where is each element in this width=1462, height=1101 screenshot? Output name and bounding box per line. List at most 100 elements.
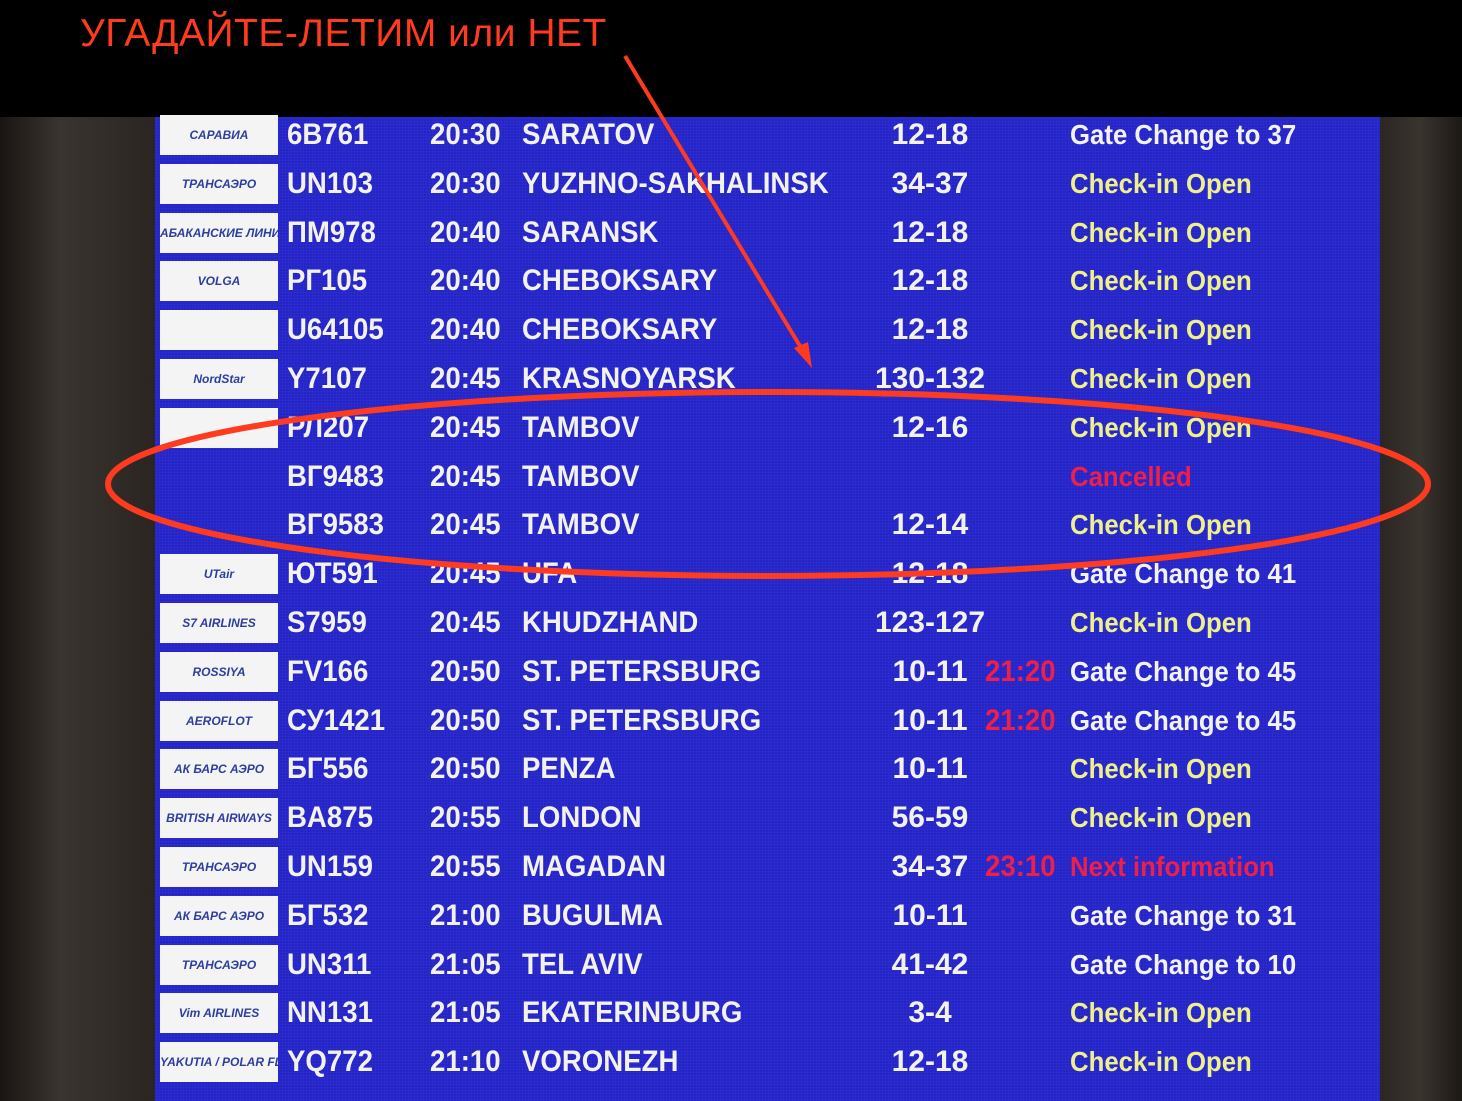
departure-time: 20:45: [430, 606, 501, 639]
checkin-desks: 12-18: [891, 118, 969, 151]
flight-row: S7 AIRLINES S7959 20:45 KHUDZHAND 123-127…: [155, 600, 1380, 646]
airline-logo: UTair: [160, 554, 278, 595]
expected-time: 21:20: [985, 654, 1056, 688]
destination: PENZA: [522, 752, 616, 786]
departure-time: 20:50: [430, 752, 501, 786]
flight-number: YQ772: [287, 1045, 373, 1079]
annotation-title: УГАДАЙТЕ-ЛЕТИМ или НЕТ: [80, 12, 607, 55]
flight-row: UTair ЮТ591 20:45 UFA 12-18 Gate Change t…: [155, 551, 1380, 597]
checkin-desks: 34-37: [891, 850, 969, 883]
flight-status: Check-in Open: [1070, 753, 1252, 785]
destination: TAMBOV: [522, 410, 640, 444]
departure-time: 21:05: [430, 947, 501, 981]
checkin-desks: 41-42: [891, 947, 969, 981]
airline-logo: VOLGA: [160, 261, 278, 302]
flight-status: Check-in Open: [1070, 314, 1252, 346]
flight-row: YAKUTIA / POLAR FLIGHT YQ772 21:10 VORONE…: [155, 1039, 1380, 1085]
flight-number: ВГ9583: [287, 508, 384, 542]
airline-logo: ТРАНСАЭРО: [160, 847, 278, 887]
airline-logo: АК БАРС АЭРО: [160, 895, 278, 936]
airline-logo: [160, 310, 278, 351]
flight-row: АК БАРС АЭРО БГ556 20:50 PENZA 10-11 Chec…: [155, 746, 1380, 792]
departure-time: 20:40: [430, 215, 501, 249]
flight-number: UN103: [287, 166, 373, 200]
flight-number: БГ556: [287, 752, 369, 786]
flight-number: ПМ978: [287, 215, 376, 249]
departure-time: 21:05: [430, 996, 501, 1030]
departure-time: 21:00: [430, 898, 501, 932]
destination: CHEBOKSARY: [522, 264, 718, 298]
flight-status: Check-in Open: [1070, 607, 1252, 638]
flight-row: U64105 20:40 CHEBOKSARY 12-18 Check-in O…: [155, 307, 1380, 353]
flight-status: Check-in Open: [1070, 265, 1252, 297]
departures-board: САРАВИА 6B761 20:30 SARATOV 12-18 Gate Ch…: [155, 115, 1380, 1101]
departure-time: 20:50: [430, 703, 501, 737]
flight-status: Gate Change to 41: [1070, 558, 1297, 590]
departure-time: 20:55: [430, 801, 501, 835]
checkin-desks: 12-18: [891, 215, 969, 249]
airline-logo: YAKUTIA / POLAR FLIGHT: [160, 1042, 278, 1083]
checkin-desks: 12-18: [891, 1045, 969, 1079]
departure-time: 20:45: [430, 459, 501, 493]
flight-status: Check-in Open: [1070, 216, 1252, 248]
airline-logo: ТРАНСАЭРО: [160, 163, 278, 204]
checkin-desks: 12-18: [891, 264, 969, 298]
flight-number: СУ1421: [287, 703, 386, 737]
airline-logo: AEROFLOT: [160, 700, 278, 741]
departure-time: 20:30: [430, 118, 501, 151]
flight-status: Gate Change to 31: [1070, 899, 1297, 931]
flight-row: ТРАНСАЭРО UN311 21:05 TEL AVIV 41-42 Gate…: [155, 942, 1380, 988]
expected-time: 23:10: [985, 850, 1056, 883]
flight-status: Check-in Open: [1070, 411, 1252, 443]
checkin-desks: 34-37: [891, 166, 969, 200]
departure-time: 20:40: [430, 313, 501, 347]
flight-row: Vim AIRLINES NN131 21:05 EKATERINBURG 3-4…: [155, 990, 1380, 1036]
flight-row: ROSSIYA FV166 20:50 ST. PETERSBURG 10-11 …: [155, 649, 1380, 695]
destination: EKATERINBURG: [522, 996, 743, 1030]
flight-row: АК БАРС АЭРО БГ532 21:00 BUGULMA 10-11 Ga…: [155, 893, 1380, 939]
flight-number: UN159: [287, 850, 373, 883]
checkin-desks: 3-4: [908, 996, 952, 1030]
departure-time: 20:50: [430, 654, 501, 688]
destination: BUGULMA: [522, 898, 664, 932]
checkin-desks: 123-127: [874, 606, 986, 639]
flight-row: АБАКАНСКИЕ ЛИНИИ ПМ978 20:40 SARANSK 12-1…: [155, 210, 1380, 256]
checkin-desks: 10-11: [892, 703, 968, 737]
destination: VORONEZH: [522, 1045, 679, 1079]
departure-time: 20:45: [430, 410, 501, 444]
flight-status: Gate Change to 45: [1070, 655, 1297, 687]
checkin-desks: 12-14: [891, 508, 969, 542]
airline-logo: [160, 407, 278, 448]
destination: LONDON: [522, 801, 642, 835]
departure-time: 20:30: [430, 166, 501, 200]
flight-number: РЛ207: [287, 410, 370, 444]
departure-time: 20:40: [430, 264, 501, 298]
flight-number: BA875: [287, 801, 373, 835]
departure-time: 20:45: [430, 362, 501, 395]
checkin-desks: 12-16: [891, 410, 969, 444]
destination: ST. PETERSBURG: [522, 654, 762, 688]
airline-logo: АК БАРС АЭРО: [160, 749, 278, 790]
destination: UFA: [522, 557, 578, 591]
flight-number: БГ532: [287, 898, 369, 932]
flight-status: Check-in Open: [1070, 802, 1252, 834]
departure-time: 20:45: [430, 557, 501, 591]
expected-time: 21:20: [985, 703, 1056, 737]
airline-logo: BRITISH AIRWAYS: [160, 798, 278, 839]
flight-row: РЛ207 20:45 TAMBOV 12-16 Check-in Open: [155, 405, 1380, 451]
flight-row: VOLGA РГ105 20:40 CHEBOKSARY 12-18 Check-…: [155, 258, 1380, 304]
checkin-desks: 10-11: [892, 654, 968, 688]
departure-time: 21:10: [430, 1045, 501, 1079]
destination: CHEBOKSARY: [522, 313, 718, 347]
flight-status: Check-in Open: [1070, 1046, 1252, 1078]
flight-number: РГ105: [287, 264, 368, 298]
flight-status: Check-in Open: [1070, 167, 1252, 199]
airline-logo: S7 AIRLINES: [160, 603, 278, 643]
checkin-desks: 12-18: [891, 313, 969, 347]
destination: KRASNOYARSK: [522, 362, 736, 395]
flight-status: Check-in Open: [1070, 509, 1252, 541]
destination: TEL AVIV: [522, 947, 643, 981]
checkin-desks: 56-59: [891, 801, 969, 835]
destination: ST. PETERSBURG: [522, 703, 762, 737]
checkin-desks: 10-11: [892, 752, 968, 786]
